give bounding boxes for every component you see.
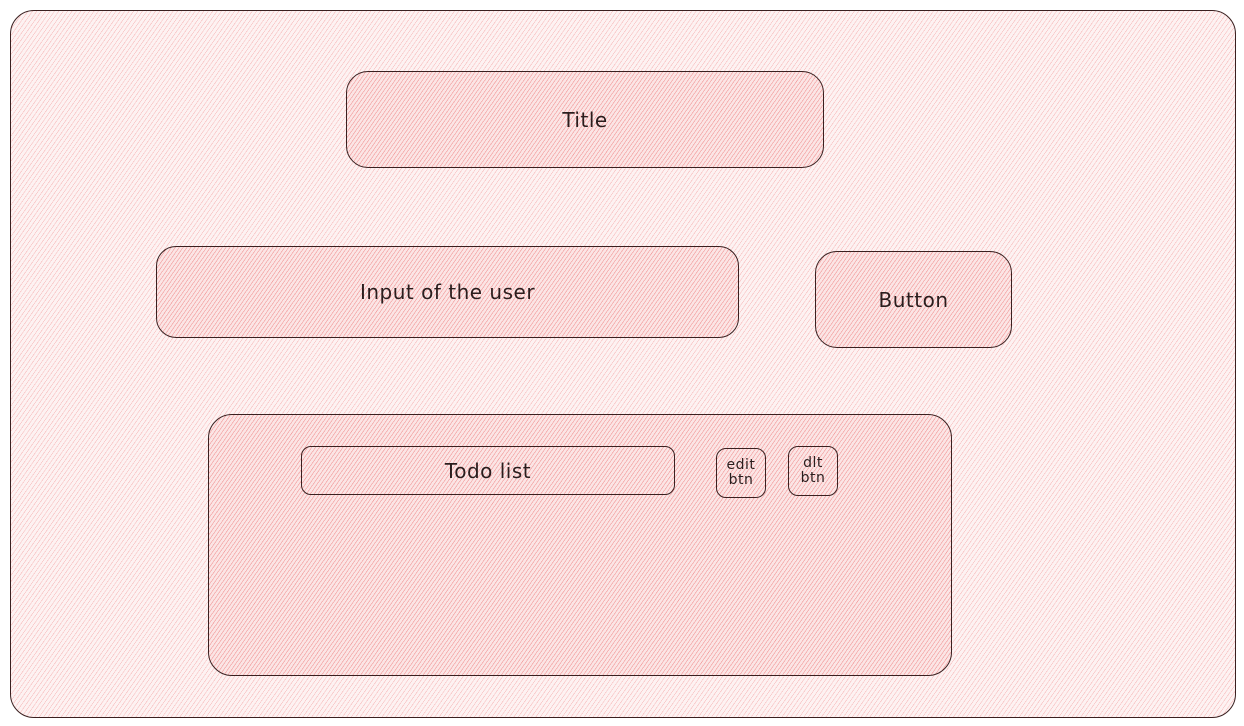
title-box: Title bbox=[346, 71, 824, 168]
add-button-label: Button bbox=[878, 287, 949, 312]
wireframe-canvas: Title Input of the user Button Todo list… bbox=[0, 0, 1244, 726]
add-button[interactable]: Button bbox=[815, 251, 1012, 348]
delete-button-label: dlt btn bbox=[800, 455, 826, 486]
title-label: Title bbox=[562, 107, 608, 132]
todo-list-label: Todo list bbox=[444, 458, 532, 483]
delete-button[interactable]: dlt btn bbox=[788, 446, 838, 496]
edit-button-label: edit btn bbox=[726, 457, 756, 488]
user-input-box[interactable]: Input of the user bbox=[156, 246, 739, 338]
user-input-label: Input of the user bbox=[359, 280, 536, 304]
todo-list-item: Todo list bbox=[301, 446, 675, 495]
edit-button[interactable]: edit btn bbox=[716, 448, 766, 498]
